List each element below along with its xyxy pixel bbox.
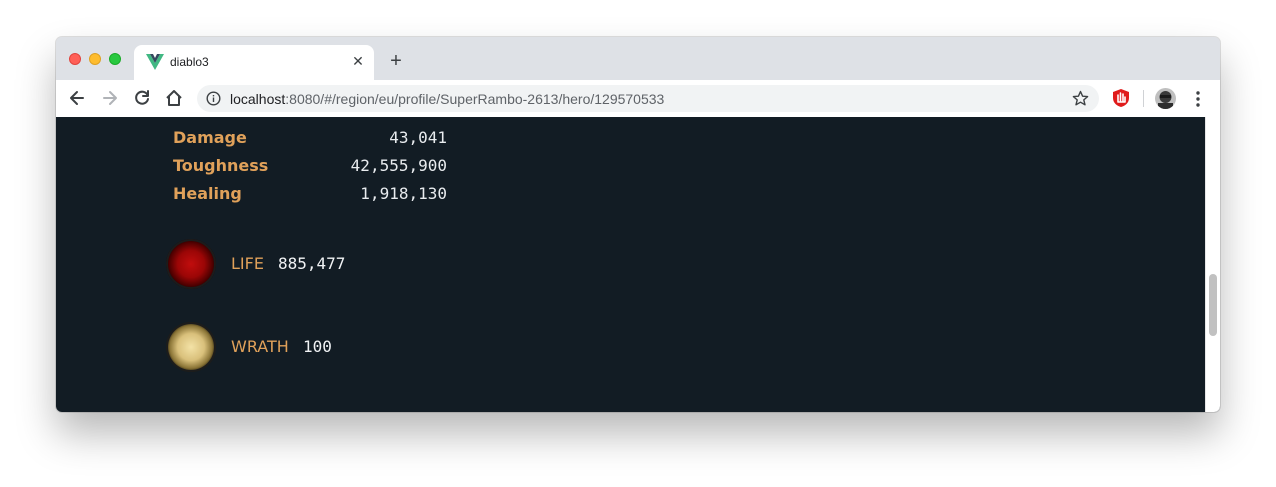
kebab-menu-icon[interactable] xyxy=(1192,89,1204,109)
tab-strip: diablo3 ✕ + xyxy=(56,37,1220,80)
stat-value-healing: 1,918,130 xyxy=(360,184,447,203)
wrath-label: WRATH xyxy=(231,337,289,356)
url-path: :8080/#/region/eu/profile/SuperRambo-261… xyxy=(285,91,665,107)
tab-close-icon[interactable]: ✕ xyxy=(350,53,366,69)
home-icon[interactable] xyxy=(164,88,184,108)
life-label: LIFE xyxy=(231,254,264,273)
address-bar[interactable]: localhost:8080/#/region/eu/profile/Super… xyxy=(197,85,1099,112)
stat-value-damage: 43,041 xyxy=(389,128,447,147)
vue-logo-icon xyxy=(146,54,164,70)
new-tab-button[interactable]: + xyxy=(386,51,406,71)
browser-toolbar: localhost:8080/#/region/eu/profile/Super… xyxy=(56,80,1220,118)
avatar[interactable] xyxy=(1155,88,1176,109)
tab-diablo3[interactable]: diablo3 ✕ xyxy=(134,45,374,80)
stat-label-damage: Damage xyxy=(173,128,247,147)
vertical-scrollbar[interactable] xyxy=(1205,117,1220,412)
life-value: 885,477 xyxy=(278,254,346,273)
star-icon[interactable] xyxy=(1072,90,1089,107)
window-minimize-button[interactable] xyxy=(89,53,101,65)
tab-title: diablo3 xyxy=(170,55,209,69)
arrow-right-icon[interactable] xyxy=(100,88,120,108)
info-icon[interactable] xyxy=(206,91,221,106)
scrollbar-thumb[interactable] xyxy=(1209,274,1217,336)
stat-label-toughness: Toughness xyxy=(173,156,269,175)
window-close-button[interactable] xyxy=(69,53,81,65)
ublock-icon[interactable] xyxy=(1112,88,1130,108)
stat-value-toughness: 42,555,900 xyxy=(350,156,447,175)
stat-label-healing: Healing xyxy=(173,184,242,203)
arrow-left-icon[interactable] xyxy=(67,88,87,108)
url-text[interactable]: localhost:8080/#/region/eu/profile/Super… xyxy=(230,91,664,107)
life-orb-icon xyxy=(166,239,216,289)
browser-window: diablo3 ✕ + localhost:8080/#/region/eu/p… xyxy=(56,37,1220,412)
url-host: localhost xyxy=(230,91,286,107)
page-content: Damage 43,041 Toughness 42,555,900 Heali… xyxy=(56,117,1220,412)
window-maximize-button[interactable] xyxy=(109,53,121,65)
toolbar-divider xyxy=(1143,90,1144,107)
reload-icon[interactable] xyxy=(132,88,152,108)
wrath-orb-icon xyxy=(166,322,216,372)
wrath-value: 100 xyxy=(303,337,332,356)
